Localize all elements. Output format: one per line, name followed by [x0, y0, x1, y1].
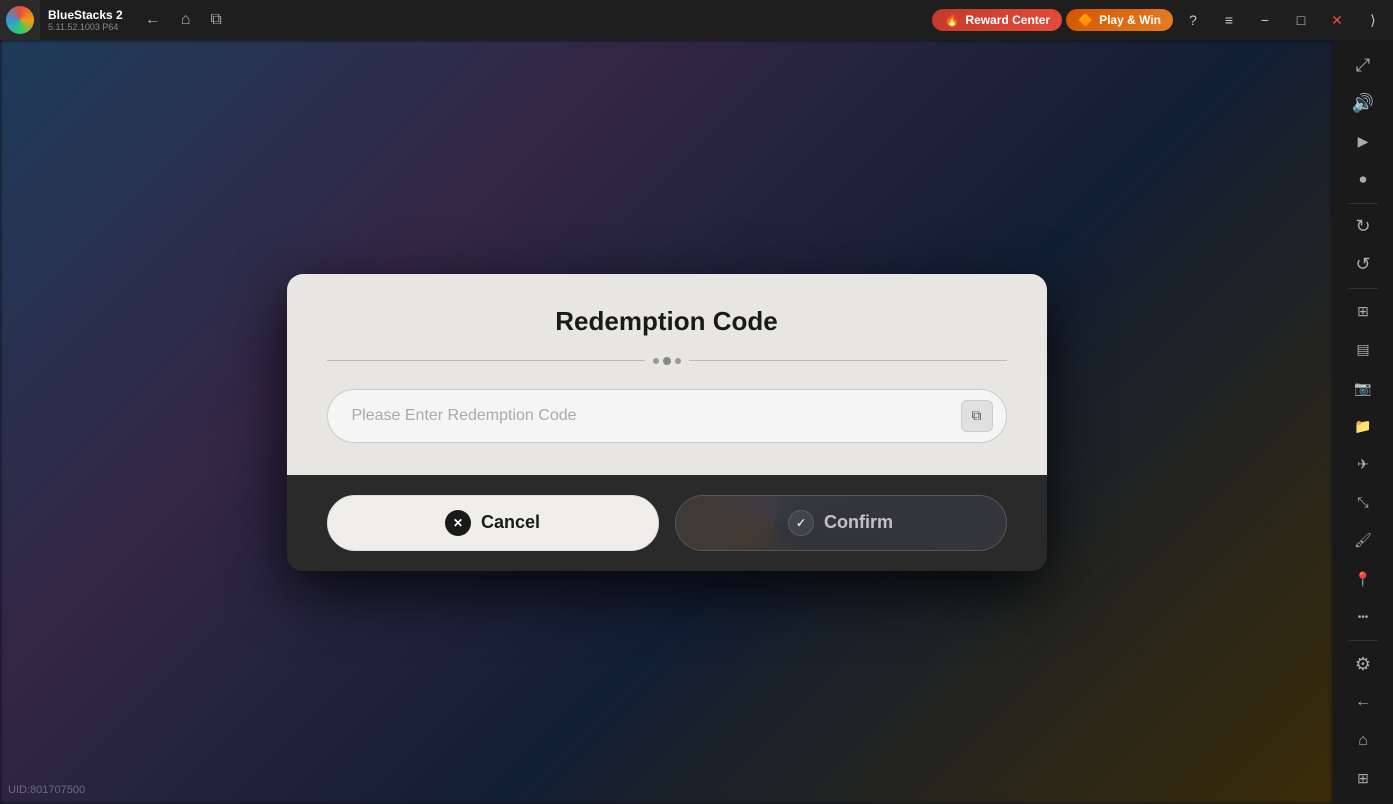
apps-icon[interactable]: ⊞ [1341, 762, 1385, 796]
modal-overlay: Redemption Code ⧉ ✕ [0, 40, 1333, 804]
app-info: BlueStacks 2 5.11.52.1003 P64 [40, 8, 131, 32]
app-name: BlueStacks 2 [48, 8, 123, 22]
app-version: 5.11.52.1003 P64 [48, 22, 123, 32]
modal-body: Redemption Code ⧉ [287, 274, 1047, 475]
confirm-icon: ✓ [796, 516, 806, 530]
play-win-button[interactable]: 🔶 Play & Win [1066, 9, 1173, 31]
play-win-icon: 🔶 [1078, 13, 1093, 27]
fullscreen-icon[interactable]: ⤢ [1341, 48, 1385, 82]
expand-button[interactable]: ⟩ [1357, 4, 1389, 36]
divider-dot-3 [675, 358, 681, 364]
reward-center-label: Reward Center [965, 13, 1050, 27]
refresh-icon[interactable]: ↻ [1341, 210, 1385, 244]
cancel-icon-circle: ✕ [445, 510, 471, 536]
folder-icon[interactable]: 📁 [1341, 409, 1385, 443]
help-button[interactable]: ? [1177, 4, 1209, 36]
close-button[interactable]: ✕ [1321, 4, 1353, 36]
titlebar-right: 🔥 Reward Center 🔶 Play & Win ? ≡ − □ ✕ ⟩ [932, 4, 1389, 36]
back-nav-icon[interactable]: ← [1341, 685, 1385, 719]
confirm-button[interactable]: ✓ Confirm [675, 495, 1007, 551]
app-logo [0, 0, 40, 40]
maximize-button[interactable]: □ [1285, 4, 1317, 36]
redemption-code-modal: Redemption Code ⧉ ✕ [287, 274, 1047, 571]
sidebar-divider-1 [1348, 203, 1378, 204]
nav-home-button[interactable]: ⌂ [175, 7, 197, 33]
screenshot-icon[interactable]: 📷 [1341, 371, 1385, 405]
reward-center-button[interactable]: 🔥 Reward Center [932, 9, 1062, 31]
home-nav-icon[interactable]: ⌂ [1341, 724, 1385, 758]
divider-dots [653, 357, 681, 365]
modal-title: Redemption Code [327, 306, 1007, 337]
divider-dot-1 [653, 358, 659, 364]
cancel-label: Cancel [481, 512, 540, 533]
titlebar-nav: ← ⌂ ⧉ [139, 7, 228, 33]
more-icon[interactable]: ••• [1341, 600, 1385, 634]
nav-pages-button[interactable]: ⧉ [204, 7, 227, 33]
nav-back-button[interactable]: ← [139, 7, 167, 33]
brush-icon[interactable]: 🖌 [1341, 524, 1385, 558]
clipboard-paste-button[interactable]: ⧉ [961, 400, 993, 432]
stack-icon[interactable]: ⊞ [1341, 295, 1385, 329]
confirm-icon-circle: ✓ [788, 510, 814, 536]
cancel-icon: ✕ [453, 516, 463, 530]
airplane-icon[interactable]: ✈ [1341, 447, 1385, 481]
volume-icon[interactable]: 🔊 [1341, 86, 1385, 120]
video-icon[interactable]: ▶ [1341, 124, 1385, 158]
location-icon[interactable]: 📍 [1341, 562, 1385, 596]
divider-line-right [689, 360, 1007, 361]
play-win-label: Play & Win [1099, 13, 1161, 27]
rotate-icon[interactable]: ↺ [1341, 248, 1385, 282]
resize-icon[interactable]: ⤡ [1341, 486, 1385, 520]
reward-icon: 🔥 [944, 13, 959, 27]
minimize-button[interactable]: − [1249, 4, 1281, 36]
divider-line-left [327, 360, 645, 361]
clipboard-icon: ⧉ [972, 407, 982, 424]
redemption-code-input[interactable] [327, 389, 1007, 443]
cancel-button[interactable]: ✕ Cancel [327, 495, 659, 551]
titlebar: BlueStacks 2 5.11.52.1003 P64 ← ⌂ ⧉ 🔥 Re… [0, 0, 1393, 40]
sidebar-divider-2 [1348, 288, 1378, 289]
menu-button[interactable]: ≡ [1213, 4, 1245, 36]
settings-icon[interactable]: ⚙ [1341, 647, 1385, 681]
redemption-input-wrapper: ⧉ [327, 389, 1007, 443]
macro-icon[interactable]: ▤ [1341, 333, 1385, 367]
sidebar-divider-3 [1348, 640, 1378, 641]
bluestacks-logo [6, 6, 34, 34]
divider-dot-2 [663, 357, 671, 365]
modal-divider [327, 357, 1007, 365]
modal-footer: ✕ Cancel ✓ Confirm [287, 475, 1047, 571]
record-icon[interactable]: ⏺ [1341, 163, 1385, 197]
right-sidebar: ⤢ 🔊 ▶ ⏺ ↻ ↺ ⊞ ▤ 📷 📁 ✈ ⤡ 🖌 📍 ••• ⚙ ← ⌂ ⊞ [1333, 40, 1393, 804]
confirm-label: Confirm [824, 512, 893, 533]
